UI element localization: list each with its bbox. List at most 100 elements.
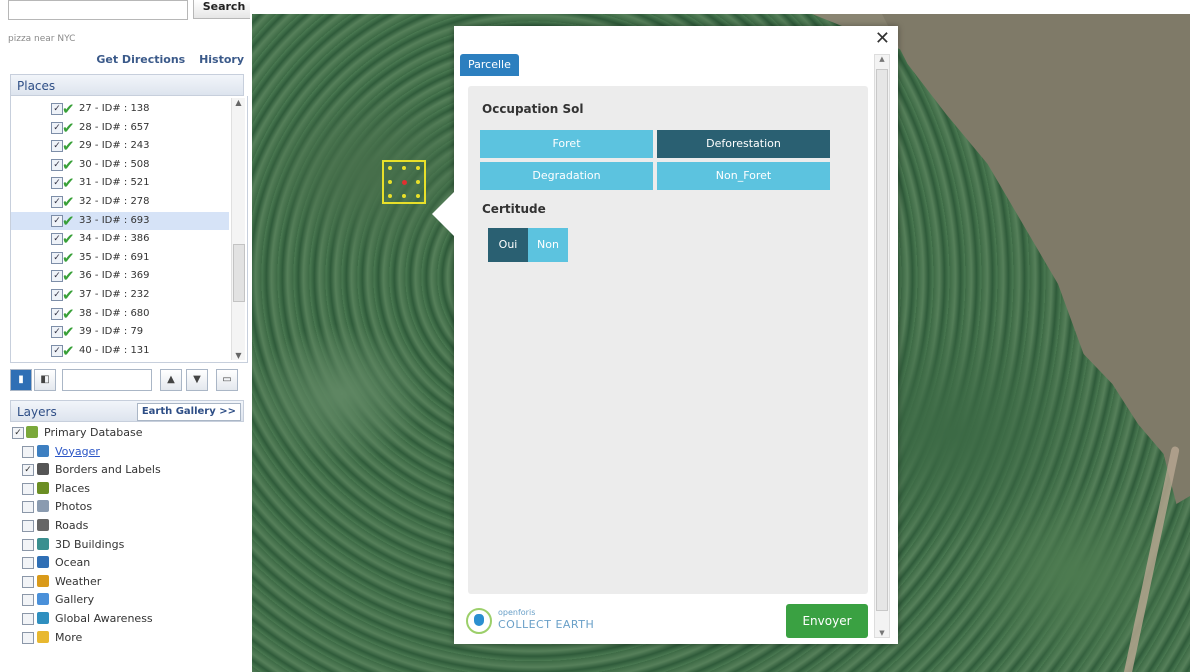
- close-icon[interactable]: ✕: [875, 28, 890, 49]
- place-label: 36 - ID# : 369: [79, 270, 150, 282]
- dialog-scroll-thumb[interactable]: [876, 69, 888, 611]
- layer-label: Photos: [55, 500, 93, 514]
- sample-point: [388, 194, 392, 198]
- layer-row[interactable]: Photos: [10, 498, 246, 516]
- layer-checkbox[interactable]: [22, 520, 34, 532]
- plot-marker[interactable]: [382, 160, 426, 204]
- checkmark-icon: ✔: [62, 118, 75, 137]
- panel-toggle-icon[interactable]: ◧: [34, 369, 56, 391]
- layer-row[interactable]: More: [10, 629, 246, 647]
- collect-earth-dialog: ✕ ▲ ▼ Parcelle Occupation Sol Foret Defor…: [432, 26, 898, 644]
- layer-checkbox[interactable]: [22, 631, 34, 644]
- layer-row[interactable]: Gallery: [10, 591, 246, 609]
- place-row[interactable]: ✓ ✔ 37 - ID# : 232: [11, 286, 229, 304]
- place-row[interactable]: ✓ ✔ 28 - ID# : 657: [11, 119, 229, 137]
- scroll-up-icon[interactable]: ▲: [232, 98, 245, 107]
- sample-point: [388, 166, 392, 170]
- layer-row[interactable]: Roads: [10, 517, 246, 535]
- layer-row[interactable]: 3D Buildings: [10, 536, 246, 554]
- get-directions-link[interactable]: Get Directions: [96, 53, 185, 66]
- place-label: 29 - ID# : 243: [79, 140, 150, 152]
- move-down-icon[interactable]: ▼: [186, 369, 208, 391]
- places-icon: [37, 481, 49, 494]
- place-row[interactable]: ✓ ✔ 34 - ID# : 386: [11, 230, 229, 248]
- survey-form: Occupation Sol Foret Deforestation Degrada…: [468, 86, 868, 594]
- place-row[interactable]: ✓ ✔ 33 - ID# : 693: [11, 211, 229, 230]
- layers-title: Layers: [17, 405, 57, 419]
- search-input[interactable]: [8, 0, 188, 20]
- certitude-option-non[interactable]: Non: [528, 228, 568, 262]
- layer-checkbox[interactable]: [22, 594, 34, 607]
- place-row[interactable]: ✓ ✔ 27 - ID# : 138: [11, 100, 229, 118]
- place-row[interactable]: ✓ ✔ 38 - ID# : 680: [11, 305, 229, 323]
- database-icon: [26, 426, 38, 438]
- place-row[interactable]: ✓ ✔ 32 - ID# : 278: [11, 193, 229, 211]
- layer-checkbox[interactable]: [22, 557, 34, 570]
- checkmark-icon: ✔: [62, 155, 75, 174]
- checkmark-icon: ✔: [62, 286, 75, 304]
- occupation-option-foret[interactable]: Foret: [480, 130, 653, 158]
- place-row[interactable]: ✓ ✔ 40 - ID# : 131: [11, 342, 229, 360]
- sample-point: [416, 180, 420, 184]
- sample-point: [402, 194, 406, 198]
- tab-parcelle[interactable]: Parcelle: [460, 54, 519, 76]
- dialog-scrollbar[interactable]: ▲ ▼: [874, 54, 890, 638]
- layer-row[interactable]: Global Awareness: [10, 610, 246, 628]
- scroll-up-icon[interactable]: ▲: [875, 55, 889, 63]
- places-scrollbar[interactable]: ▲ ▼: [231, 98, 245, 360]
- layer-checkbox[interactable]: [22, 501, 34, 514]
- layer-checkbox[interactable]: [22, 445, 34, 458]
- layer-label: Roads: [55, 519, 89, 532]
- globe-icon: [37, 612, 49, 624]
- logo-text-top: openforis: [498, 608, 536, 617]
- place-row[interactable]: ✓ ✔ 36 - ID# : 369: [11, 267, 229, 285]
- layer-checkbox[interactable]: ✓: [12, 427, 24, 439]
- place-label: 32 - ID# : 278: [79, 196, 150, 207]
- place-row[interactable]: ✓ ✔ 29 - ID# : 243: [11, 137, 229, 155]
- place-row[interactable]: ✓ ✔ 30 - ID# : 508: [11, 156, 229, 174]
- layer-checkbox[interactable]: [22, 575, 34, 588]
- layers-header[interactable]: Layers Earth Gallery >>: [10, 400, 244, 422]
- checkmark-icon: ✔: [62, 174, 75, 193]
- places-scroll-thumb[interactable]: [233, 244, 245, 302]
- places-search-field[interactable]: [62, 369, 152, 391]
- place-label: 31 - ID# : 521: [79, 177, 150, 189]
- place-row[interactable]: ✓ ✔ 35 - ID# : 691: [11, 249, 229, 267]
- place-row[interactable]: ✓ ✔ 31 - ID# : 521: [11, 174, 229, 192]
- envoyer-button[interactable]: Envoyer: [786, 604, 868, 638]
- logo-drop-icon: [474, 614, 484, 626]
- layer-checkbox[interactable]: [22, 613, 34, 625]
- layer-row[interactable]: ✓ Borders and Labels: [10, 461, 246, 479]
- move-up-icon[interactable]: ▲: [160, 369, 182, 391]
- folder-icon[interactable]: ▭: [216, 369, 238, 391]
- checkmark-icon: ✔: [62, 341, 75, 360]
- certitude-option-oui[interactable]: Oui: [488, 228, 528, 262]
- occupation-option-degradation[interactable]: Degradation: [480, 162, 653, 190]
- layer-checkbox[interactable]: [22, 538, 34, 551]
- earth-gallery-button[interactable]: Earth Gallery >>: [136, 403, 241, 421]
- place-label: 39 - ID# : 79: [79, 326, 144, 338]
- scroll-down-icon[interactable]: ▼: [232, 351, 245, 360]
- layer-row[interactable]: Places: [10, 480, 246, 498]
- checkmark-icon: ✔: [62, 193, 75, 211]
- map-status-bar: [792, 658, 1190, 672]
- history-link[interactable]: History: [199, 53, 244, 66]
- search-button[interactable]: Search: [193, 0, 250, 19]
- occupation-option-non-foret[interactable]: Non_Foret: [657, 162, 830, 190]
- layer-label: More: [55, 630, 83, 644]
- sample-point: [388, 180, 392, 184]
- place-label: 37 - ID# : 232: [79, 289, 150, 300]
- layer-row[interactable]: ✓ Primary Database: [10, 424, 246, 442]
- places-header[interactable]: Places: [10, 74, 244, 96]
- ocean-icon: [37, 556, 49, 569]
- layer-row[interactable]: Weather: [10, 573, 246, 591]
- layer-label: Gallery: [55, 593, 95, 607]
- layer-checkbox[interactable]: ✓: [22, 464, 34, 477]
- layer-checkbox[interactable]: [22, 482, 34, 495]
- sidebar-toggle-icon[interactable]: ▮: [10, 369, 32, 391]
- layer-row[interactable]: Ocean: [10, 554, 246, 572]
- occupation-option-deforestation[interactable]: Deforestation: [657, 130, 830, 158]
- layer-label[interactable]: Voyager: [55, 443, 100, 461]
- layer-row[interactable]: Voyager: [10, 443, 246, 461]
- place-row[interactable]: ✓ ✔ 39 - ID# : 79: [11, 323, 229, 341]
